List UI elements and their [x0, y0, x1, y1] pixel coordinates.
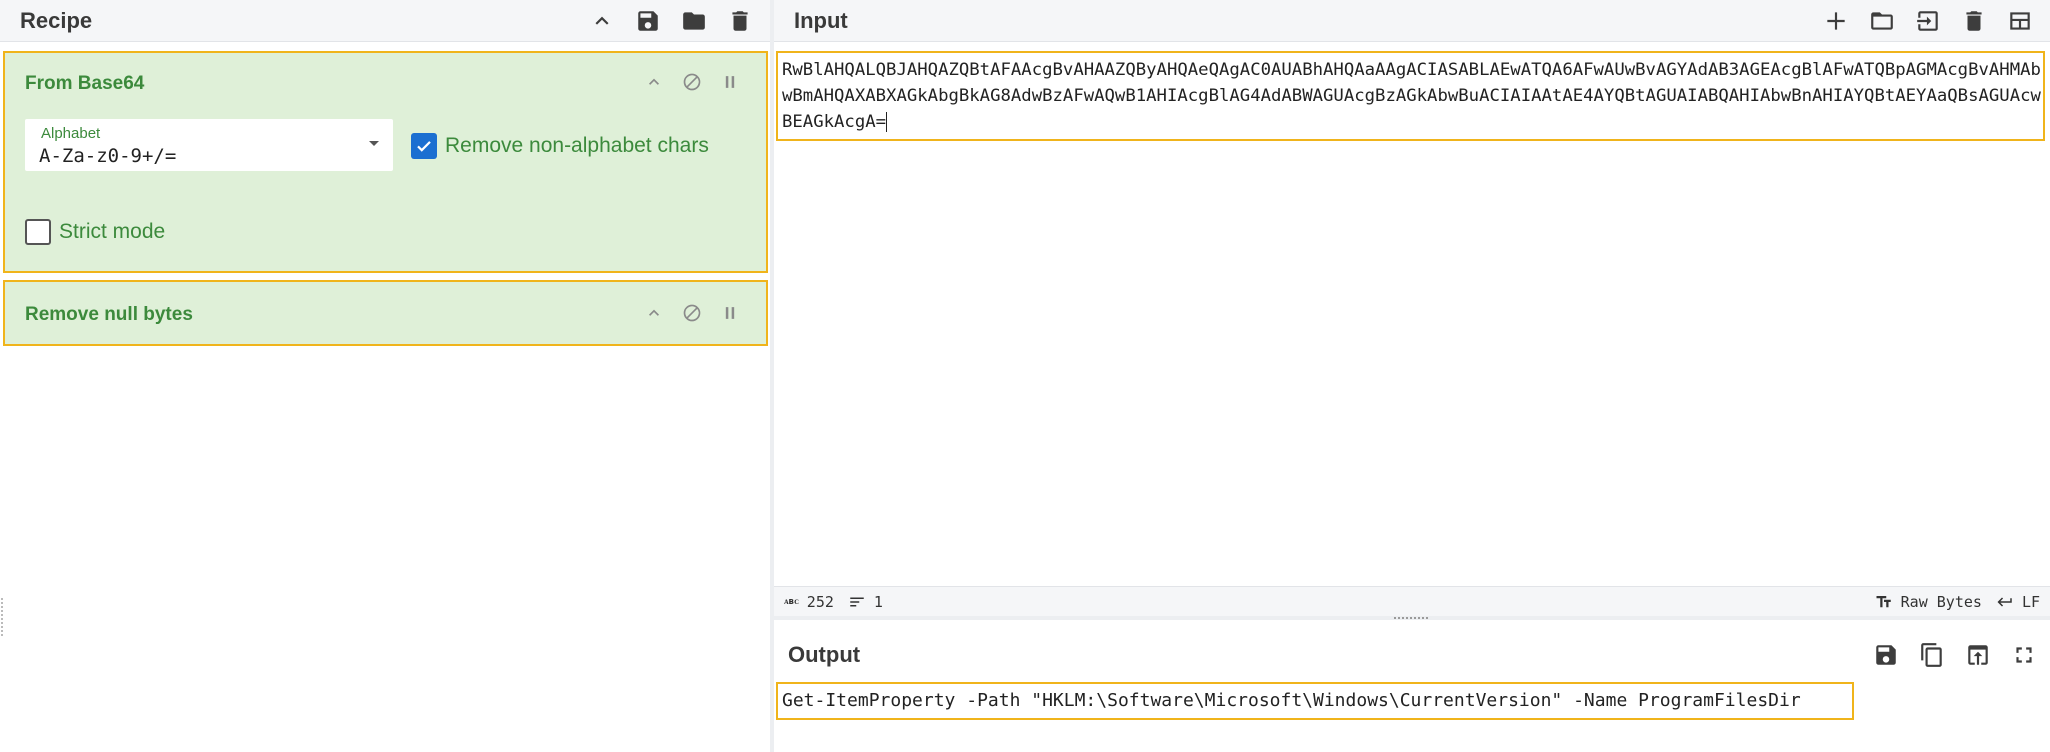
operation-remove-null-bytes[interactable]: Remove null bytes — [3, 280, 768, 346]
operation-controls — [644, 71, 740, 93]
status-left: ᴀʙᴄ 252 1 — [784, 593, 883, 611]
folder-icon — [683, 11, 705, 30]
checkbox-checked[interactable] — [411, 133, 437, 159]
text-cursor — [886, 112, 888, 132]
add-tab-button[interactable] — [1820, 5, 1852, 37]
reset-layout-button[interactable] — [2004, 5, 2036, 37]
trash-icon — [1966, 10, 1982, 31]
status-right: Raw Bytes LF — [1875, 593, 2040, 611]
open-in-icon — [1968, 645, 1988, 665]
recipe-toolbar — [586, 5, 756, 37]
check-icon — [417, 141, 431, 152]
pause-operation-button[interactable] — [720, 302, 740, 324]
operation-title: Remove null bytes — [25, 304, 193, 325]
chevron-up-icon — [595, 16, 609, 25]
copy-icon — [1921, 643, 1942, 667]
operation-controls — [644, 302, 740, 324]
recipe-header: Recipe — [0, 0, 770, 42]
save-icon — [638, 10, 658, 31]
disable-operation-button[interactable] — [682, 302, 702, 324]
encoding-label: Raw Bytes — [1900, 592, 1982, 611]
eol-button[interactable]: LF — [1996, 593, 2040, 611]
load-recipe-button[interactable] — [678, 5, 710, 37]
pause-icon — [725, 76, 735, 88]
operation-from-base64[interactable]: From Base64 Alphabet A-Za-z0-9+/= Remove… — [3, 51, 768, 273]
output-title: Output — [788, 642, 861, 667]
io-pane: Input RwBlAHQALQBJAHQAZQBtAFAAcgBvAHAAZQ… — [774, 0, 2050, 752]
char-count-value: 252 — [806, 592, 834, 611]
chevron-up-icon — [649, 78, 659, 85]
output-toolbar — [1870, 639, 2040, 671]
output-header: Output — [774, 630, 2050, 680]
plus-icon — [1827, 11, 1845, 30]
abc-icon: ᴀʙᴄ — [784, 597, 799, 607]
text-size-icon — [1876, 595, 1891, 607]
collapse-operation-button[interactable] — [644, 302, 664, 324]
open-folder-button[interactable] — [1866, 5, 1898, 37]
layout-icon — [2010, 11, 2030, 30]
folder-outline-icon — [1871, 11, 1893, 30]
grip-handle[interactable] — [1394, 617, 1430, 619]
alphabet-value: A-Za-z0-9+/= — [39, 145, 177, 167]
recipe-title: Recipe — [20, 7, 93, 33]
trash-icon — [732, 10, 748, 31]
maximise-output-button[interactable] — [2008, 639, 2040, 671]
line-count: 1 — [848, 593, 883, 611]
save-recipe-button[interactable] — [632, 5, 664, 37]
keyboard-return-icon — [1997, 597, 2012, 606]
open-file-button[interactable] — [1912, 5, 1944, 37]
input-status-bar: ᴀʙᴄ 252 1 Raw Bytes LF — [774, 586, 2050, 616]
input-file-icon — [1917, 10, 1938, 31]
eol-label: LF — [2021, 592, 2040, 611]
collapse-all-button[interactable] — [586, 5, 618, 37]
pause-operation-button[interactable] — [720, 71, 740, 93]
caret-down-icon[interactable] — [369, 141, 379, 146]
recipe-pane: Recipe From Base64 Alphabet A-Za-z0-9+/=… — [0, 0, 770, 752]
checkbox-unchecked[interactable] — [25, 219, 51, 245]
encoding-button[interactable]: Raw Bytes — [1875, 593, 1982, 611]
save-output-button[interactable] — [1870, 639, 1902, 671]
alphabet-select[interactable]: Alphabet A-Za-z0-9+/= — [25, 119, 393, 171]
input-toolbar — [1820, 5, 2036, 37]
clear-input-button[interactable] — [1958, 5, 1990, 37]
output-textarea[interactable]: Get-ItemProperty -Path "HKLM:\Software\M… — [776, 682, 1854, 720]
input-text: RwBlAHQALQBJAHQAZQBtAFAAcgBvAHAAZQByAHQA… — [782, 60, 2041, 132]
lines-icon — [850, 597, 864, 606]
resize-handle[interactable] — [1, 598, 3, 638]
operation-title: From Base64 — [25, 73, 145, 94]
alphabet-label: Alphabet — [41, 125, 101, 142]
fullscreen-icon — [2016, 647, 2032, 663]
replace-input-button[interactable] — [1962, 639, 1994, 671]
clear-recipe-button[interactable] — [724, 5, 756, 37]
io-divider[interactable] — [774, 616, 2050, 620]
pause-icon — [725, 307, 735, 319]
save-icon — [1876, 645, 1896, 665]
input-title: Input — [794, 7, 848, 33]
strict-mode-label: Strict mode — [59, 220, 166, 243]
strict-mode-checkbox[interactable]: Strict mode — [25, 219, 165, 245]
disable-icon — [683, 304, 701, 322]
remove-non-alphabet-label: Remove non-alphabet chars — [445, 134, 709, 157]
chevron-up-icon — [649, 309, 659, 316]
disable-operation-button[interactable] — [682, 71, 702, 93]
copy-output-button[interactable] — [1916, 639, 1948, 671]
collapse-operation-button[interactable] — [644, 71, 664, 93]
output-text: Get-ItemProperty -Path "HKLM:\Software\M… — [782, 690, 1801, 711]
char-count: ᴀʙᴄ 252 — [784, 593, 834, 611]
disable-icon — [683, 73, 701, 91]
input-header: Input — [774, 0, 2050, 42]
remove-non-alphabet-checkbox[interactable]: Remove non-alphabet chars — [411, 133, 709, 159]
input-textarea[interactable]: RwBlAHQALQBJAHQAZQBtAFAAcgBvAHAAZQByAHQA… — [776, 51, 2045, 141]
line-count-value: 1 — [873, 592, 883, 611]
